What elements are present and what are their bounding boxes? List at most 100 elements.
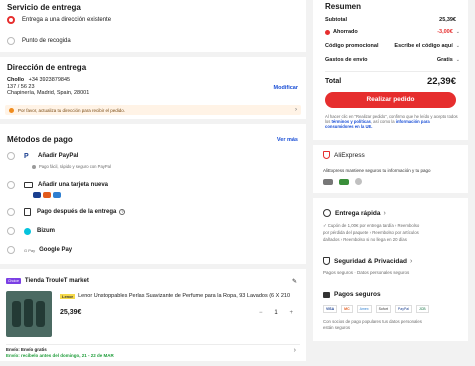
shipping-option-label: Entrega a una dirección existente (22, 17, 112, 23)
see-more-link[interactable]: Ver más (277, 137, 298, 143)
certification-icon (355, 178, 362, 185)
chevron-down-icon[interactable]: ⌄ (456, 43, 460, 49)
pay-later-icon (24, 208, 31, 216)
visa-logo: VISA (323, 305, 338, 313)
truck-icon (323, 209, 331, 217)
saved-label: Ahorrado (333, 29, 358, 35)
amex-icon (53, 192, 61, 198)
address-card: Dirección de entrega Chollo +34 39238798… (0, 57, 306, 119)
certification-icon (323, 178, 333, 185)
store-header: Choice Tienda TrouleT market (6, 278, 89, 284)
sofort-logo: Sofort (375, 305, 391, 313)
google-pay-icon: G Pay (24, 247, 36, 253)
chevron-right-icon[interactable]: › (410, 258, 412, 265)
shipping-option-pickup[interactable]: Punto de recogida (7, 37, 71, 45)
place-order-label: Realizar pedido (366, 96, 415, 103)
divider (313, 193, 468, 198)
shipping-service-title: Servicio de entrega (7, 3, 81, 12)
lock-icon (323, 291, 330, 298)
product-image[interactable] (6, 291, 52, 337)
decrease-quantity-button[interactable]: − (259, 310, 263, 316)
address-warning-text: Por favor, actualiza tu dirección para r… (18, 107, 126, 113)
choice-badge: Choice (6, 278, 21, 284)
promo-value[interactable]: Escribe el código aquí (394, 43, 452, 49)
discount-icon (325, 29, 330, 35)
product-title[interactable]: Lenor Unstoppables Perlas Suavizante de … (78, 293, 290, 299)
legal-text: Al hacer clic en "Realizar pedido", conf… (325, 114, 458, 129)
shipping-cost-label: Gastos de envío (325, 57, 368, 63)
address-contact: Chollo +34 3923879845 137 / 56 23 Chapin… (7, 77, 89, 97)
store-name[interactable]: Tienda TrouleT market (25, 278, 89, 284)
paypal-subtext: Pago fácil, rápido y seguro con PayPal (32, 164, 111, 169)
fast-delivery-header[interactable]: Entrega rápida › (323, 209, 386, 217)
security-header[interactable]: Seguridad & Privacidad › (323, 257, 412, 265)
chevron-down-icon[interactable]: ⌄ (456, 29, 460, 35)
promo-label: Código promocional (325, 43, 379, 49)
summary-title: Resumen (325, 2, 362, 11)
secure-payments-line: están seguros (323, 325, 350, 330)
mastercard-icon (43, 192, 51, 198)
place-order-button[interactable]: Realizar pedido (325, 92, 456, 108)
edit-address-link[interactable]: Modificar (274, 85, 298, 91)
fast-delivery-details: ✓ Cupón de 1,00€ por entrega tardía › Re… (323, 222, 419, 243)
payment-card: Métodos de pago Ver más P Añadir PayPal … (0, 124, 306, 264)
fast-delivery-line: ✓ Cupón de 1,00€ por entrega tardía › Re… (323, 223, 420, 228)
secure-payments-title: Pagos seguros (334, 291, 381, 298)
address-line2: Chapinería, Madrid, Spain, 28001 (7, 90, 90, 96)
shield-check-icon (323, 257, 330, 265)
fast-delivery-line: dañados › Reembolso si no llega en 20 dí… (323, 237, 407, 242)
product-bottle-icon (36, 301, 45, 327)
shield-check-icon (32, 164, 36, 169)
quantity-stepper[interactable]: − 1 + (256, 307, 296, 318)
radio-icon[interactable] (7, 181, 15, 189)
payment-method-google-pay[interactable]: G Pay Google Pay (7, 246, 72, 254)
promo-code-field[interactable]: Escribe el código aquí ⌄ (394, 43, 460, 49)
mastercard-logo: MC (341, 305, 353, 313)
edit-icon[interactable]: ✎ (292, 278, 297, 285)
shipping-option-label: Punto de recogida (22, 38, 71, 44)
trust-card: AliExpress AliExpress mantiene seguros t… (313, 145, 468, 341)
saved-row: Ahorrado (325, 29, 358, 35)
info-icon[interactable]: ? (119, 209, 126, 215)
address-name: Chollo (7, 77, 25, 83)
divider (6, 344, 300, 345)
subtotal-value: 25,39€ (439, 17, 456, 23)
radio-icon[interactable] (7, 152, 15, 160)
jcb-logo: JCB (416, 305, 429, 313)
chevron-right-icon[interactable]: › (384, 210, 386, 217)
radio-icon[interactable] (7, 227, 15, 235)
aliexpress-brand: AliExpress (334, 151, 365, 159)
product-tag: Lenor (60, 293, 76, 299)
legal-text-part: , así como la (370, 119, 395, 124)
delivery-estimate-text: Envío: recíbelo antes del domingo, 21 - … (6, 353, 114, 358)
saved-value: -3,00€ (437, 29, 453, 35)
radio-icon[interactable] (7, 208, 15, 216)
total-label: Total (325, 78, 342, 85)
payment-method-label: Pago después de la entrega (37, 209, 117, 215)
security-text: Pagos seguros · Datos personales seguros (323, 270, 410, 275)
payment-method-pay-later[interactable]: Pago después de la entrega ? (7, 208, 126, 216)
payment-method-card[interactable]: Añadir una tarjeta nueva (7, 181, 108, 189)
radio-icon[interactable] (7, 37, 15, 45)
subtotal-label: Subtotal (325, 17, 347, 23)
payment-method-bizum[interactable]: Bizum (7, 227, 55, 235)
secure-payments-text: Con socios de pago populares tus datos p… (323, 319, 422, 331)
quantity-value[interactable]: 1 (274, 310, 277, 316)
chevron-right-icon[interactable]: › (294, 347, 296, 354)
radio-icon[interactable] (7, 246, 15, 254)
paypal-icon: P (24, 152, 29, 160)
saved-value-row[interactable]: -3,00€ ⌄ (437, 29, 460, 35)
payment-logos: VISA MC Amex Sofort PayPal JCB (323, 305, 429, 313)
shipping-service-card: Servicio de entrega Entrega a una direcc… (0, 0, 306, 52)
fast-delivery-line: por pérdida del paquete › Reembolso por … (323, 230, 419, 235)
security-title: Seguridad & Privacidad (334, 257, 407, 265)
payment-title: Métodos de pago (7, 135, 73, 144)
radio-selected-icon[interactable] (7, 16, 15, 24)
chevron-down-icon[interactable]: ⌄ (456, 57, 460, 63)
shipping-free-text: Envío: Envío gratis (6, 347, 47, 352)
shipping-cost-row[interactable]: Gratis ⌄ (437, 57, 460, 63)
increase-quantity-button[interactable]: + (289, 310, 293, 316)
payment-method-paypal[interactable]: P Añadir PayPal (7, 152, 78, 160)
shipping-option-existing[interactable]: Entrega a una dirección existente (7, 16, 111, 24)
chevron-right-icon[interactable]: › (295, 107, 297, 113)
